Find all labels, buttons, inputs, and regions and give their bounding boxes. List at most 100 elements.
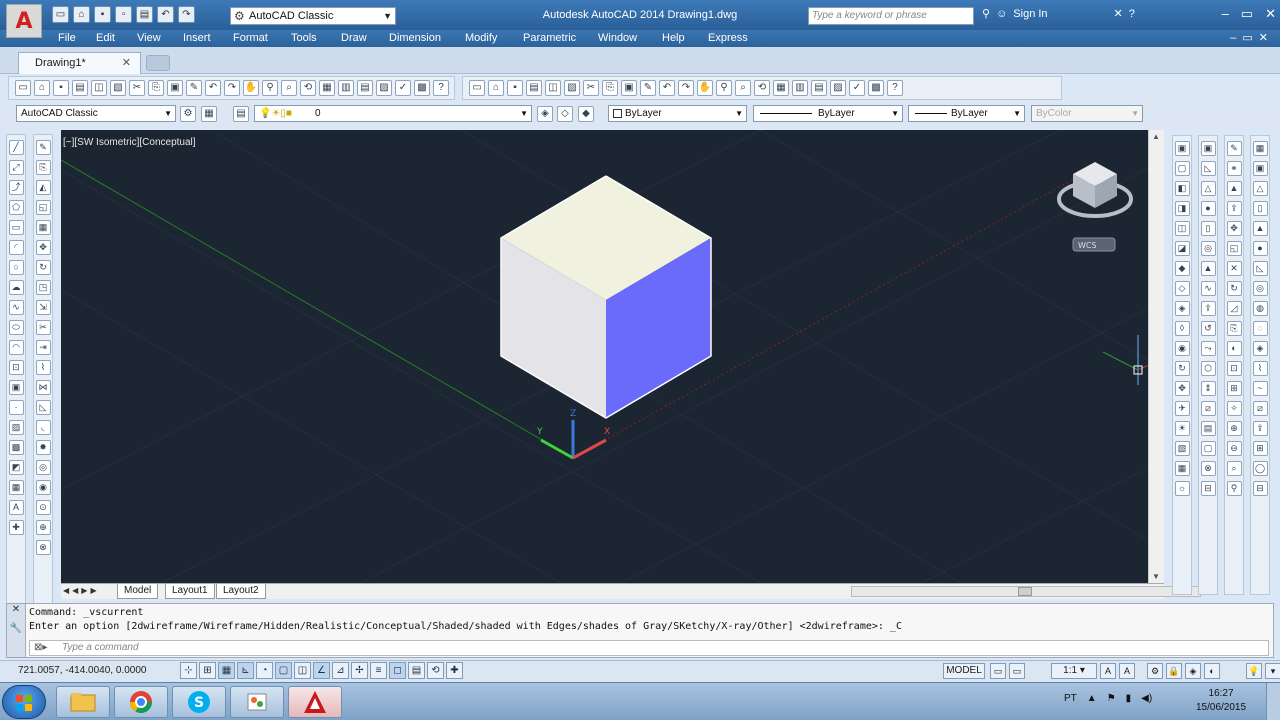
add-selected-icon[interactable]: ✚ [8,520,24,535]
menu-tools[interactable]: Tools [291,32,317,44]
search-input[interactable]: Type a keyword or phrase [808,7,974,25]
menu-insert[interactable]: Insert [183,32,211,44]
move-icon[interactable]: ✥ [35,240,51,255]
extrude-face-icon[interactable]: ⇪ [1252,421,1268,436]
mesh-torus-icon[interactable]: ◎ [1252,281,1268,296]
collapse-icon[interactable]: ⊟ [1252,481,1268,496]
minimize-icon[interactable]: – [1222,6,1229,22]
quick-properties-icon[interactable]: ▤ [408,662,425,679]
scroll-up-icon[interactable]: ▲ [1152,132,1160,141]
offset-icon[interactable]: ◱ [35,200,51,215]
network-icon[interactable]: ▮ [1126,693,1132,704]
transparency-icon[interactable]: ◻ [389,662,406,679]
publish-icon[interactable]: ▧ [110,80,126,96]
slice-icon[interactable]: ⧄ [1200,401,1216,416]
insert-block-icon[interactable]: ⊡ [8,360,24,375]
polyline-icon[interactable]: ⤴ [8,180,24,195]
table-icon[interactable]: ▦ [8,480,24,495]
toolbar-lock-icon[interactable]: 🔒 [1166,663,1182,679]
user-icon[interactable]: ☺ [996,8,1007,20]
undo-icon[interactable]: ↶ [205,80,221,96]
match-properties-icon[interactable]: ✎ [640,80,656,96]
split-face-icon[interactable]: ⧄ [1252,401,1268,416]
properties-icon[interactable]: ▦ [773,80,789,96]
cut-icon[interactable]: ✂ [583,80,599,96]
explode-icon[interactable]: ✸ [35,440,51,455]
fillet-icon[interactable]: ◟ [35,420,51,435]
viewport-controls-label[interactable]: [−][SW Isometric][Conceptual] [63,137,196,148]
mesh-icon[interactable]: ▦ [1252,141,1268,156]
join-icon[interactable]: ⋈ [35,380,51,395]
construction-line-icon[interactable]: ⤢ [8,160,24,175]
color-dropdown[interactable]: ByLayer ▼ [608,105,747,122]
move-faces-icon[interactable]: ✥ [1226,221,1242,236]
menu-dimension[interactable]: Dimension [389,32,441,44]
revolve-icon[interactable]: ↺ [1200,321,1216,336]
clean-icon[interactable]: ✧ [1226,401,1242,416]
pan-icon[interactable]: ✋ [697,80,713,96]
command-input[interactable]: ⊠▸ Type a command [29,640,1269,656]
zoom-window-icon[interactable]: ⌕ [281,80,297,96]
taskbar-autocad[interactable] [288,686,342,718]
selection-cycling-icon[interactable]: ⟲ [427,662,444,679]
auto-scale-icon[interactable]: A [1119,663,1135,679]
revision-cloud-icon[interactable]: ☁ [8,280,24,295]
trim-icon[interactable]: ✂ [35,320,51,335]
customize-icon[interactable]: 🔧 [7,623,25,634]
extrude-icon[interactable]: ⇪ [1200,301,1216,316]
start-button[interactable] [2,685,46,719]
binoculars-icon[interactable]: ⚲ [982,7,990,20]
markup-icon[interactable]: ✓ [849,80,865,96]
language-indicator[interactable]: PT [1064,693,1077,704]
close-icon[interactable]: ✕ [7,604,25,615]
delete-faces-icon[interactable]: ✕ [1226,261,1242,276]
section-icon[interactable]: ⊟ [1200,481,1216,496]
open-icon[interactable]: ⌂ [34,80,50,96]
loft-icon[interactable]: ⬡ [1200,361,1216,376]
wedge-icon[interactable]: ◺ [1200,161,1216,176]
workspace-settings-icon[interactable]: ⚙ [180,106,196,122]
cut-icon[interactable]: ✂ [129,80,145,96]
mirror-icon[interactable]: ◭ [35,180,51,195]
command-line-handle[interactable]: ✕ 🔧 [7,604,26,657]
new-icon[interactable]: ▭ [469,80,485,96]
close-icon[interactable]: ✕ [1265,6,1276,22]
camera-icon[interactable]: ◉ [1174,341,1190,356]
sphere-icon[interactable]: ● [1200,201,1216,216]
scrollbar-thumb[interactable] [1018,587,1032,596]
open-icon[interactable]: ⌂ [488,80,504,96]
redo-icon[interactable]: ↷ [678,80,694,96]
quick-view-drawings-icon[interactable]: ▭ [1009,663,1025,679]
break-icon[interactable]: ⌇ [35,360,51,375]
helix-icon[interactable]: ∿ [1200,281,1216,296]
markup-icon[interactable]: ✓ [395,80,411,96]
multiline-text-icon[interactable]: A [8,500,24,515]
save-icon[interactable]: ▪ [507,80,523,96]
copy-icon[interactable]: ⎘ [148,80,164,96]
fly-icon[interactable]: ✈ [1174,401,1190,416]
cylinder-icon[interactable]: ▯ [1200,221,1216,236]
menu-window[interactable]: Window [598,32,637,44]
sheet-set-icon[interactable]: ▨ [830,80,846,96]
paste-icon[interactable]: ▣ [167,80,183,96]
plot-preview-icon[interactable]: ◫ [545,80,561,96]
properties-icon[interactable]: ▦ [319,80,335,96]
plotstyle-dropdown[interactable]: ByColor ▼ [1031,105,1143,122]
mesh-cylinder-icon[interactable]: ▯ [1252,201,1268,216]
model-button[interactable]: MODEL [943,663,985,679]
smooth-less-icon[interactable]: ◌ [1252,321,1268,336]
zoom-in-icon[interactable]: ⊕ [1226,421,1242,436]
taskbar-explorer[interactable] [56,686,110,718]
quick-view-layouts-icon[interactable]: ▭ [990,663,1006,679]
publish-icon[interactable]: ▧ [564,80,580,96]
show-desktop-button[interactable] [1266,683,1280,720]
walk-icon[interactable]: ✥ [1174,381,1190,396]
extrude-faces-icon[interactable]: ⇪ [1226,201,1242,216]
dynamic-ucs-icon[interactable]: ⊿ [332,662,349,679]
new-tab-button[interactable] [146,55,170,71]
offset-faces-icon[interactable]: ◱ [1226,241,1242,256]
drawing-viewport[interactable]: Z Y X WCS [−][SW Isometric][Conceptual] [61,130,1164,583]
array-icon[interactable]: ▦ [35,220,51,235]
menu-help[interactable]: Help [662,32,685,44]
view-right-icon[interactable]: ◨ [1174,201,1190,216]
